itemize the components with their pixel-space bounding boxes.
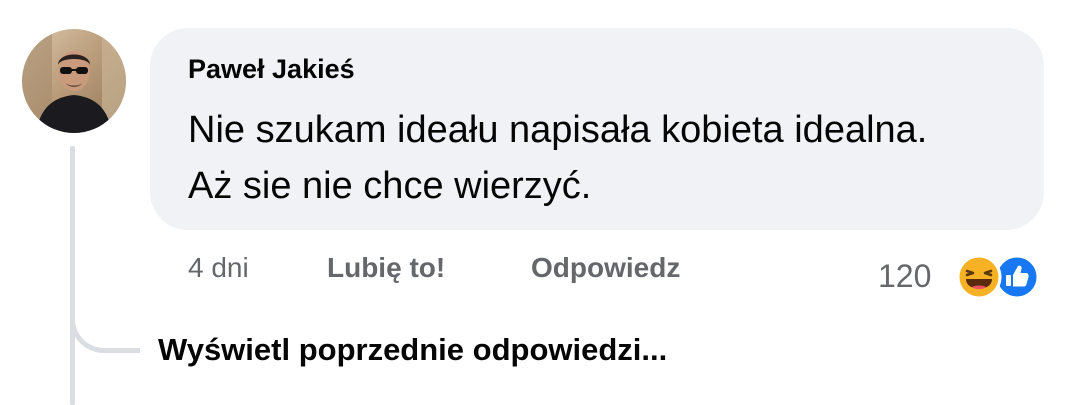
comment-author[interactable]: Paweł Jakieś bbox=[188, 54, 355, 85]
reaction-count[interactable]: 120 bbox=[878, 258, 931, 295]
avatar[interactable] bbox=[22, 29, 126, 133]
thread-connector bbox=[70, 250, 140, 353]
haha-icon bbox=[956, 254, 1002, 300]
like-button[interactable]: Lubię to! bbox=[327, 252, 445, 284]
reply-button[interactable]: Odpowiedz bbox=[531, 252, 680, 284]
comment-text-line: Aż sie nie chce wierzyć. bbox=[188, 165, 592, 207]
comment-text-line: Nie szukam ideału napisała kobieta ideal… bbox=[188, 109, 928, 151]
comment-bubble: Paweł Jakieś Nie szukam ideału napisała … bbox=[150, 28, 1044, 230]
comment-text: Nie szukam ideału napisała kobieta ideal… bbox=[188, 102, 1028, 214]
reactions-summary[interactable] bbox=[956, 254, 1046, 300]
comment-timestamp[interactable]: 4 dni bbox=[188, 252, 249, 284]
view-previous-replies-link[interactable]: Wyświetl poprzednie odpowiedzi... bbox=[158, 332, 667, 368]
